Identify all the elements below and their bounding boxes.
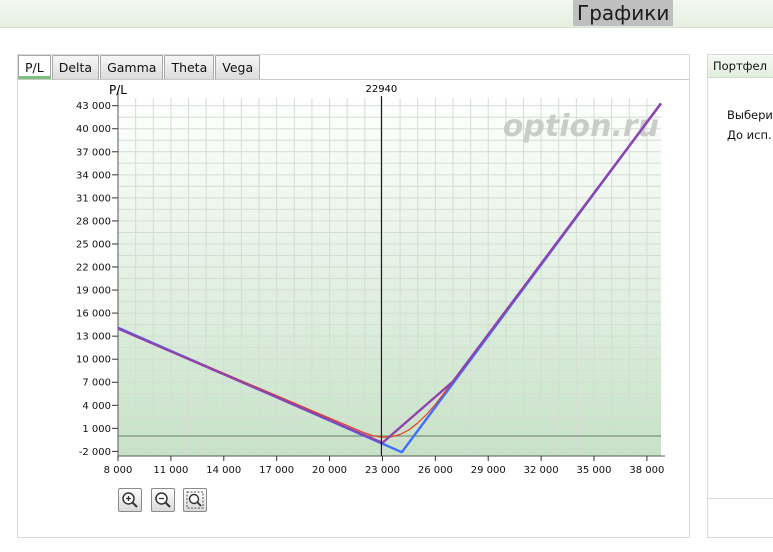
- y-tick-label: 10 000: [76, 355, 111, 366]
- y-tick-label: 7 000: [82, 378, 111, 389]
- pl-chart[interactable]: option.ru -2 0001 0004 0007 00010 00013 …: [18, 80, 678, 480]
- zoom-out-icon: [155, 492, 171, 508]
- y-tick-label: 34 000: [76, 170, 111, 181]
- y-tick-label: 4 000: [82, 401, 111, 412]
- y-tick-label: 13 000: [76, 332, 111, 343]
- zoom-out-button[interactable]: [151, 488, 175, 512]
- zoom-in-icon: [122, 492, 138, 508]
- portfolio-header: Портфел: [708, 55, 773, 78]
- tab-theta[interactable]: Theta: [164, 55, 215, 79]
- y-tick-label: 28 000: [76, 216, 111, 227]
- portfolio-panel: [707, 54, 773, 538]
- zoom-fit-button[interactable]: [183, 488, 207, 512]
- x-tick-label: 26 000: [418, 465, 453, 476]
- chart-tabs: P/L Delta Gamma Theta Vega: [18, 55, 261, 79]
- x-tick-label: 32 000: [524, 465, 559, 476]
- zoom-in-button[interactable]: [118, 488, 142, 512]
- y-axis-label: P/L: [109, 83, 127, 97]
- y-tick-label: -2 000: [79, 447, 111, 458]
- portfolio-footer-divider: [708, 498, 773, 499]
- x-tick-label: 14 000: [206, 465, 241, 476]
- x-tick-label: 35 000: [577, 465, 612, 476]
- y-tick-label: 22 000: [76, 263, 111, 274]
- y-tick-label: 16 000: [76, 309, 111, 320]
- y-tick-label: 1 000: [82, 424, 111, 435]
- portfolio-text-line: Выбери: [727, 108, 773, 122]
- x-tick-label: 29 000: [471, 465, 506, 476]
- price-marker-label: 22940: [365, 84, 397, 95]
- tab-pl[interactable]: P/L: [18, 55, 51, 79]
- y-tick-label: 37 000: [76, 147, 111, 158]
- tab-gamma[interactable]: Gamma: [100, 55, 164, 79]
- zoom-fit-icon: [186, 491, 204, 509]
- y-tick-label: 40 000: [76, 124, 111, 135]
- x-tick-label: 11 000: [153, 465, 188, 476]
- y-tick-label: 19 000: [76, 286, 111, 297]
- top-bar: Графики: [0, 0, 773, 28]
- portfolio-text-line: До исп.: [727, 128, 772, 142]
- y-tick-label: 25 000: [76, 239, 111, 250]
- tab-delta[interactable]: Delta: [51, 55, 100, 79]
- x-tick-label: 23 000: [365, 465, 400, 476]
- tab-vega[interactable]: Vega: [215, 55, 261, 79]
- page-title: Графики: [573, 0, 674, 26]
- y-tick-label: 31 000: [76, 193, 111, 204]
- x-tick-label: 17 000: [259, 465, 294, 476]
- x-tick-label: 20 000: [312, 465, 347, 476]
- y-tick-label: 43 000: [76, 101, 111, 112]
- x-tick-label: 8 000: [104, 465, 133, 476]
- x-tick-label: 38 000: [629, 465, 664, 476]
